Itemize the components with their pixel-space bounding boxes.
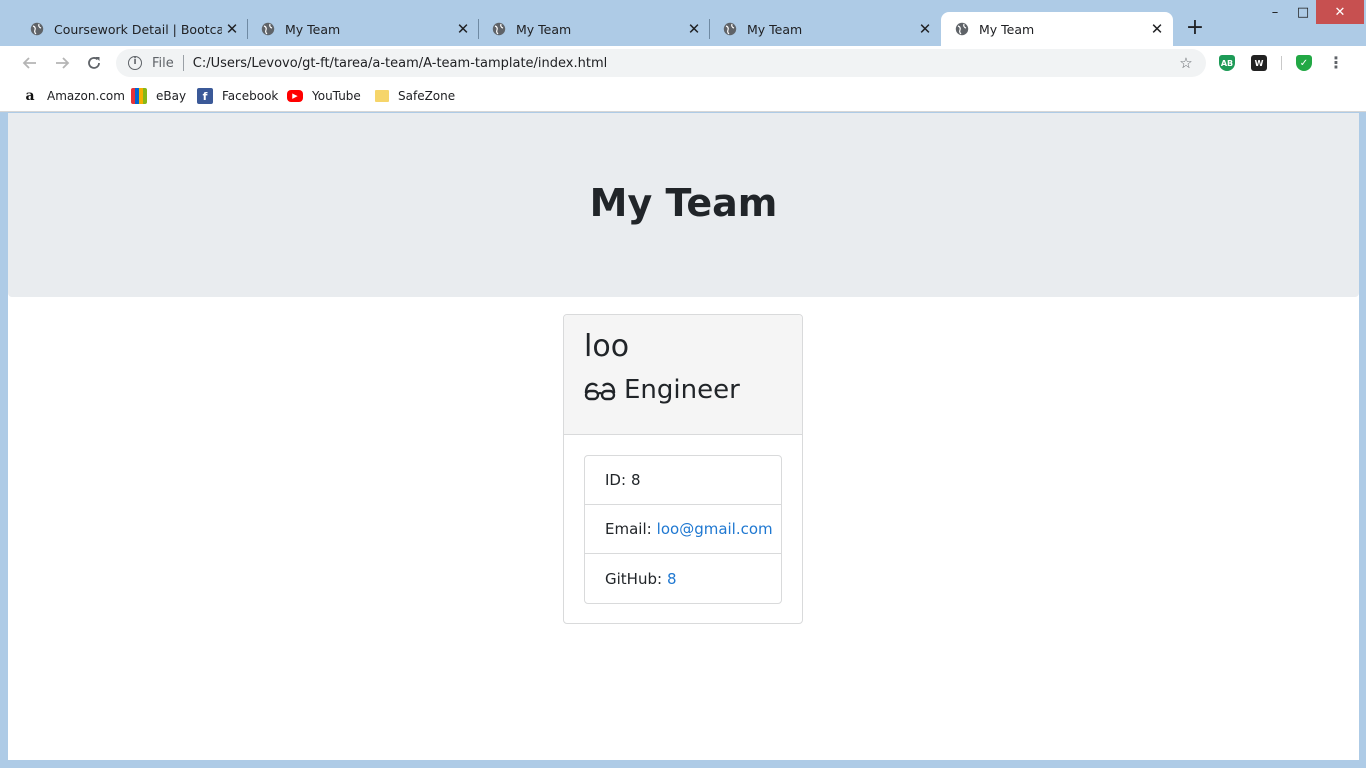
facebook-icon: f [197, 88, 213, 104]
bookmark-facebook[interactable]: f Facebook [197, 87, 278, 105]
page-viewport: My Team loo Engineer ID: 8 Email: loo@gm… [8, 113, 1359, 760]
back-arrow-icon[interactable] [18, 51, 42, 75]
close-tab-icon[interactable]: ✕ [453, 19, 473, 39]
w-extension-icon[interactable]: W [1251, 55, 1267, 71]
page-title: My Team [589, 181, 778, 225]
globe-icon [261, 22, 275, 36]
header-jumbotron: My Team [8, 113, 1359, 297]
tab-title: Coursework Detail | Bootcamp S [54, 21, 222, 37]
new-tab-button[interactable]: + [1182, 16, 1208, 42]
close-tab-icon[interactable]: ✕ [684, 19, 704, 39]
tab-coursework[interactable]: Coursework Detail | Bootcamp S ✕ [10, 12, 248, 46]
tab-title: My Team [979, 21, 1035, 37]
card-body: ID: 8 Email: loo@gmail.com GitHub: 8 [564, 435, 802, 624]
list-item-github: GitHub: 8 [585, 554, 781, 603]
id-label: ID: [605, 471, 627, 489]
bookmark-label: SafeZone [398, 89, 456, 103]
close-tab-icon[interactable]: ✕ [222, 19, 242, 39]
bookmark-label: eBay [156, 89, 187, 103]
tab-title: My Team [285, 21, 341, 37]
close-tab-icon[interactable]: ✕ [915, 19, 935, 39]
tab-my-team-2[interactable]: My Team ✕ [472, 12, 710, 46]
address-bar[interactable]: i File C:/Users/Levovo/gt-ft/tarea/a-tea… [116, 49, 1206, 77]
email-label: Email: [605, 520, 652, 538]
globe-icon [955, 22, 969, 36]
id-value: 8 [631, 471, 641, 489]
globe-icon [492, 22, 506, 36]
forward-arrow-icon[interactable] [50, 51, 74, 75]
ebay-icon [131, 88, 147, 104]
bookmark-label: YouTube [312, 89, 361, 103]
bookmark-star-icon[interactable]: ☆ [1176, 54, 1196, 72]
tab-title: My Team [747, 21, 803, 37]
info-icon[interactable]: i [128, 56, 142, 70]
list-item-id: ID: 8 [585, 456, 781, 505]
extension-divider [1281, 56, 1282, 70]
close-tab-icon[interactable]: ✕ [1147, 19, 1167, 39]
youtube-icon: ▶ [287, 90, 303, 102]
tab-strip: Coursework Detail | Bootcamp S ✕ My Team… [0, 0, 1366, 46]
reload-icon[interactable] [82, 51, 106, 75]
github-link[interactable]: 8 [667, 570, 677, 588]
kebab-menu-icon[interactable]: ⋮ [1326, 53, 1346, 73]
employee-card: loo Engineer ID: 8 Email: loo@gmail.com … [563, 314, 803, 624]
tab-my-team-active[interactable]: My Team ✕ [941, 12, 1173, 46]
scheme-label: File [152, 55, 174, 71]
bookmark-safezone[interactable]: SafeZone [375, 87, 455, 105]
omnibox-divider [182, 55, 184, 71]
tab-title: My Team [516, 21, 572, 37]
maximize-button[interactable]: □ [1290, 0, 1316, 24]
close-window-button[interactable]: ✕ [1316, 0, 1364, 24]
url-text[interactable]: C:/Users/Levovo/gt-ft/tarea/a-team/A-tea… [193, 56, 1176, 71]
email-link[interactable]: loo@gmail.com [657, 520, 773, 538]
bookmark-label: Facebook [222, 89, 279, 103]
folder-icon [375, 90, 389, 102]
glasses-icon [584, 382, 616, 401]
employee-details-list: ID: 8 Email: loo@gmail.com GitHub: 8 [584, 455, 782, 604]
amazon-icon: a [25, 88, 35, 104]
card-header: loo Engineer [564, 315, 802, 435]
bookmark-ebay[interactable]: eBay [131, 87, 186, 105]
bookmark-label: Amazon.com [47, 89, 125, 103]
shield-extension-icon[interactable]: ✓ [1296, 55, 1312, 71]
browser-toolbar: i File C:/Users/Levovo/gt-ft/tarea/a-tea… [0, 46, 1366, 80]
minimize-button[interactable]: – [1262, 0, 1288, 24]
adblock-extension-icon[interactable]: AB [1219, 55, 1235, 71]
bookmark-youtube[interactable]: ▶ YouTube [287, 87, 361, 105]
employee-role-row: Engineer [584, 375, 782, 405]
list-item-email: Email: loo@gmail.com [585, 505, 781, 554]
employee-role: Engineer [624, 375, 740, 405]
tab-my-team-1[interactable]: My Team ✕ [241, 12, 479, 46]
github-label: GitHub: [605, 569, 663, 588]
globe-icon [723, 22, 737, 36]
tab-my-team-3[interactable]: My Team ✕ [703, 12, 941, 46]
bookmarks-bar: a Amazon.com eBay f Facebook ▶ YouTube S… [0, 80, 1366, 112]
globe-icon [30, 22, 44, 36]
employee-name: loo [584, 329, 630, 364]
bookmark-amazon[interactable]: a Amazon.com [22, 87, 125, 105]
window-bottom-border [0, 760, 1366, 768]
